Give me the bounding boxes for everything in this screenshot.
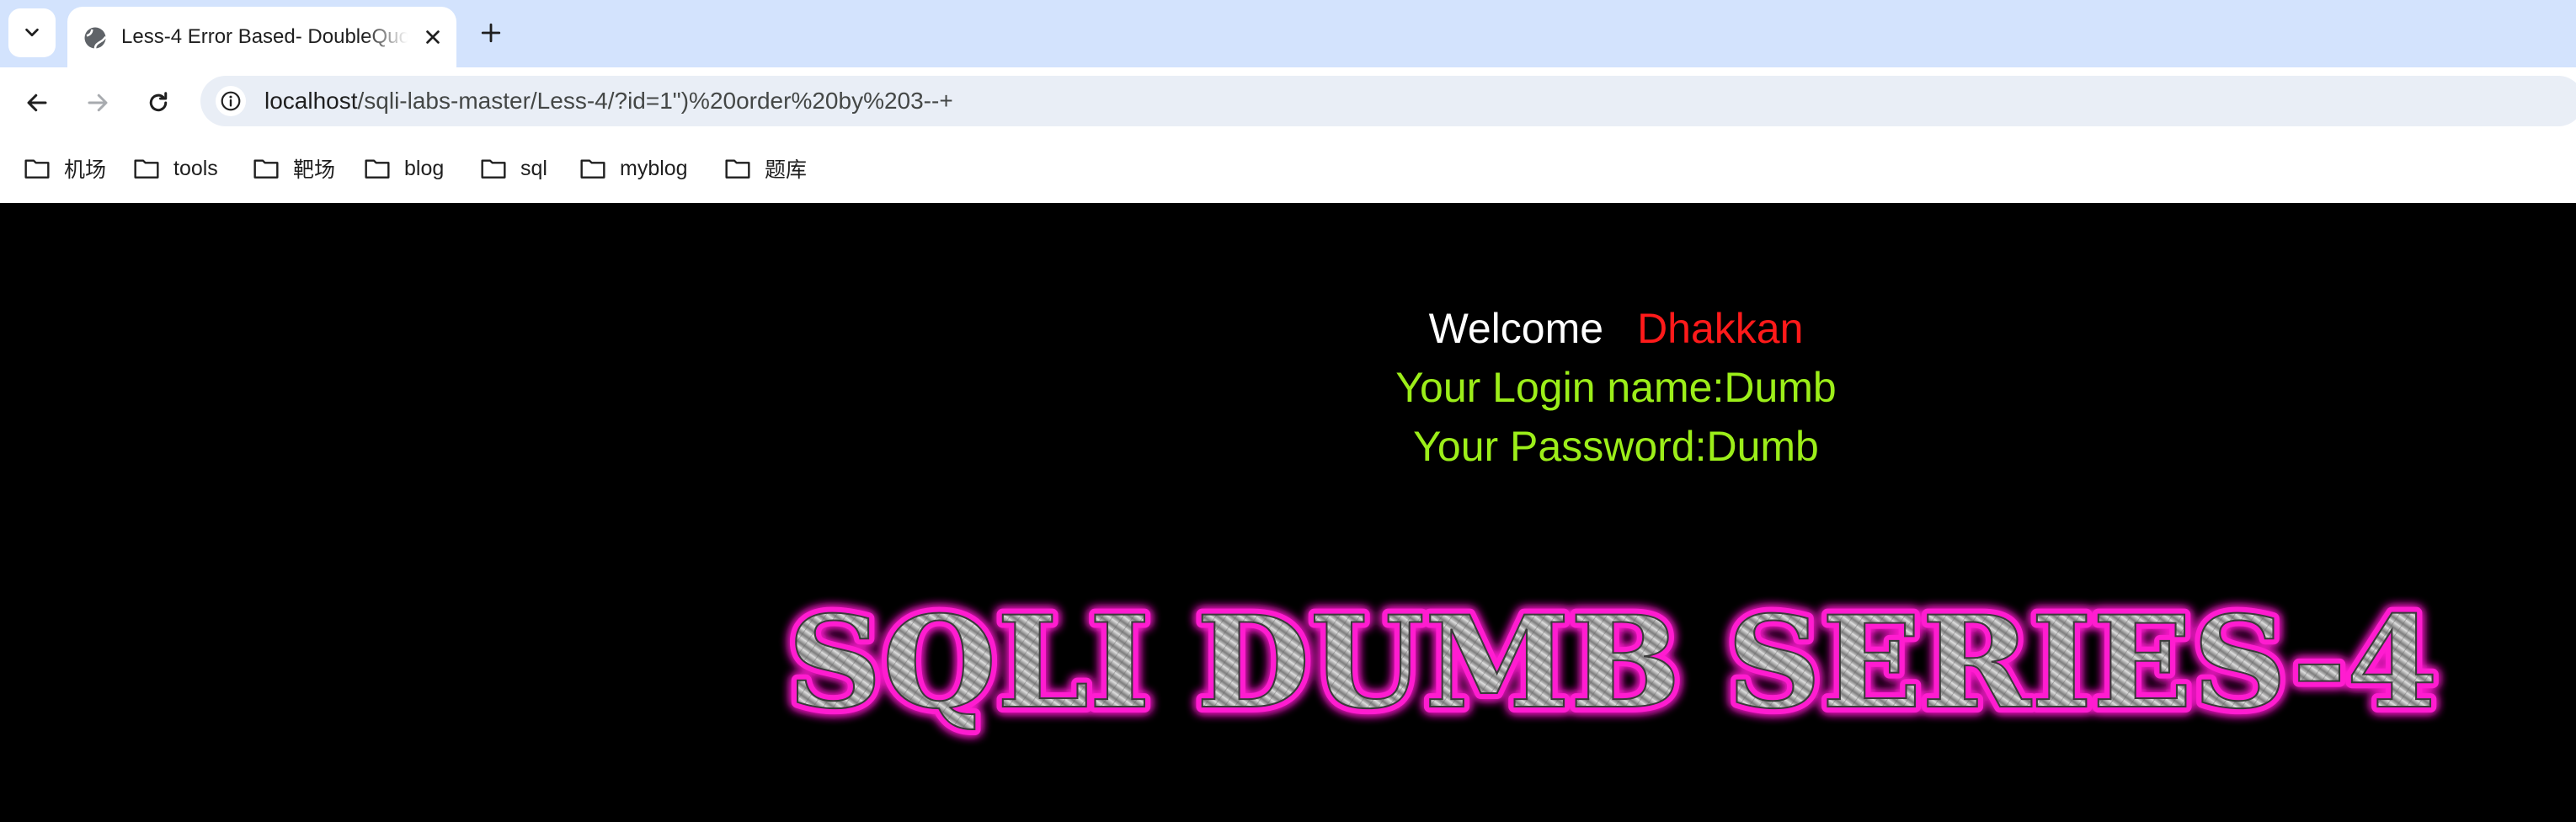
welcome-line: Welcome Dhakkan <box>1351 304 1881 353</box>
reload-icon <box>149 92 168 112</box>
address-bar[interactable]: localhost/sqli-labs-master/Less-4/?id=1"… <box>200 76 2576 126</box>
tab-search-button[interactable] <box>8 8 56 57</box>
reload-button[interactable] <box>141 86 175 120</box>
series-banner: SQLI DUMB SERIES-4 SQLI DUMB SERIES-4 <box>781 583 2444 743</box>
close-icon <box>426 30 440 44</box>
bookmarks-bar: 机场 tools 靶场 blog sql myblog 题库 <box>0 135 2576 203</box>
new-tab-button[interactable] <box>475 17 507 49</box>
login-name-text: Your Login name:Dumb <box>1395 364 1837 411</box>
bookmark-label: 题库 <box>765 158 808 182</box>
page-content: Welcome Dhakkan Your Login name:Dumb Your… <box>0 203 2576 822</box>
plus-icon <box>481 23 501 43</box>
forward-button[interactable] <box>81 86 115 120</box>
folder-icon <box>725 159 750 179</box>
folder-icon <box>134 159 159 179</box>
bookmark-folder[interactable]: 靶场 <box>253 150 335 187</box>
url-path: /sqli-labs-master/Less-4/?id=1")%20order… <box>357 88 953 114</box>
back-arrow-icon <box>27 93 47 112</box>
bookmark-label: sql <box>520 156 547 180</box>
site-info-button[interactable] <box>216 86 246 116</box>
bookmark-label: tools <box>173 156 218 180</box>
globe-icon <box>84 27 107 49</box>
folder-icon <box>481 159 506 179</box>
bookmark-label: myblog <box>620 156 688 180</box>
tab-strip: Less-4 Error Based- DoubleQuotes- String <box>0 0 2576 67</box>
chevron-down-icon <box>25 28 39 37</box>
bookmark-folder[interactable]: 机场 <box>24 150 106 187</box>
welcome-name: Dhakkan <box>1637 305 1804 352</box>
url-host: localhost <box>264 88 358 114</box>
bookmark-folder[interactable]: tools <box>133 150 218 187</box>
active-tab[interactable]: Less-4 Error Based- DoubleQuotes- String <box>67 7 456 67</box>
bookmark-folder[interactable]: sql <box>480 150 547 187</box>
folder-icon <box>580 159 605 179</box>
bookmark-label: blog <box>404 156 445 180</box>
welcome-label: Welcome <box>1428 305 1604 352</box>
url-text[interactable]: localhost/sqli-labs-master/Less-4/?id=1"… <box>264 88 953 115</box>
forward-arrow-icon <box>88 93 108 112</box>
bookmark-folder[interactable]: blog <box>364 150 444 187</box>
close-tab-button[interactable] <box>419 24 446 51</box>
folder-icon <box>253 159 279 179</box>
tab-title: Less-4 Error Based- DoubleQuotes- String <box>121 25 408 48</box>
bookmark-label: 机场 <box>64 158 107 182</box>
banner-text: SQLI DUMB SERIES-4 <box>787 589 2438 737</box>
folder-icon <box>365 159 390 179</box>
password-text: Your Password:Dumb <box>1413 423 1819 470</box>
back-button[interactable] <box>20 86 54 120</box>
info-icon <box>221 91 241 111</box>
browser-toolbar: localhost/sqli-labs-master/Less-4/?id=1"… <box>0 67 2576 135</box>
folder-icon <box>24 159 50 179</box>
bookmark-label: 靶场 <box>293 158 336 182</box>
bookmark-folder[interactable]: 题库 <box>724 150 807 187</box>
bookmark-folder[interactable]: myblog <box>579 150 688 187</box>
